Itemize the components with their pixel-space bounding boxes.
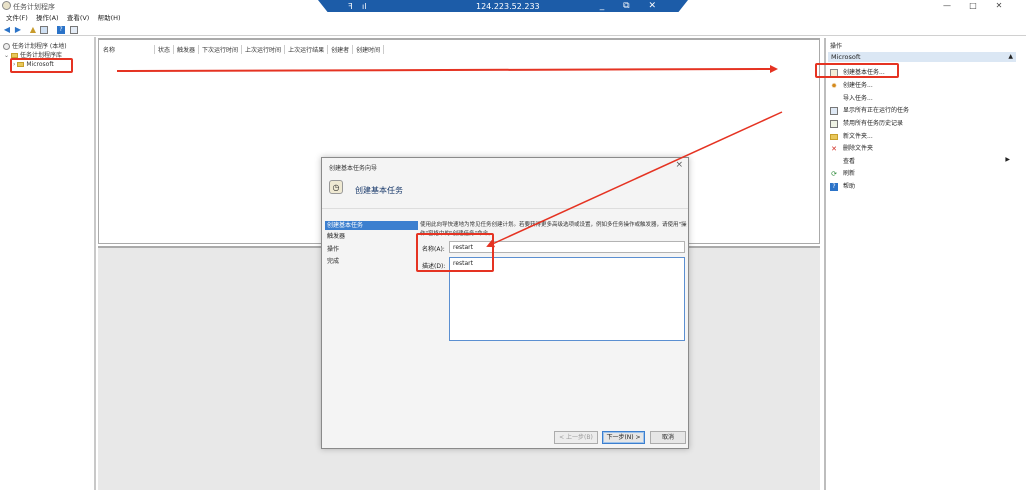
history-icon [830, 119, 838, 128]
minimize-button[interactable]: — [934, 1, 960, 10]
col-next-run[interactable]: 下次运行时间 [202, 45, 243, 54]
col-created[interactable]: 创建时间 [356, 45, 385, 54]
dialog-separator [322, 208, 688, 209]
action-import-task[interactable]: 导入任务... [830, 93, 873, 103]
back-button[interactable]: < 上一步(B) [554, 431, 598, 444]
submenu-arrow-icon: ▶ [1005, 156, 1010, 163]
forward-arrow-icon[interactable]: ▶ [14, 26, 22, 34]
col-name[interactable]: 名称 [103, 45, 155, 54]
signal-icon: ıl [362, 2, 367, 11]
actions-pane: 操作 Microsoft ▲ 创建基本任务... ✹ 创建任务... 导入任务..… [824, 38, 1026, 490]
action-label: 刷新 [843, 170, 856, 177]
action-label: 查看 [843, 158, 856, 165]
back-arrow-icon[interactable]: ◀ [3, 26, 11, 34]
view-icon [830, 158, 838, 166]
menu-action[interactable]: 操作(A) [36, 12, 59, 22]
action-label: 导入任务... [843, 95, 873, 102]
create-basic-task-wizard: 创建基本任务向导 × ◷ 创建基本任务 创建基本任务 触发器 操作 完成 使用此… [321, 157, 689, 449]
next-button[interactable]: 下一步(N) > [602, 431, 645, 444]
import-icon [830, 95, 838, 103]
console-tree: 任务计划程序 (本地) ⌄ 任务计划程序库 › Microsoft [0, 37, 96, 490]
running-icon [830, 106, 838, 115]
menu-bar: 文件(F) 操作(A) 查看(V) 帮助(H) [0, 12, 1026, 23]
menu-help[interactable]: 帮助(H) [98, 12, 121, 22]
action-new-folder[interactable]: 新文件夹... [830, 131, 873, 140]
help-icon[interactable]: ? [57, 26, 65, 34]
collapse-chevron-icon[interactable]: ⌄ [4, 52, 9, 59]
dialog-close-icon[interactable]: × [675, 160, 683, 170]
action-disable-history[interactable]: 禁用所有任务历史记录 [830, 118, 903, 128]
dialog-header: 创建基本任务 [355, 186, 403, 195]
col-last-result[interactable]: 上次运行结果 [288, 45, 329, 54]
console-tree-icon[interactable] [40, 26, 48, 34]
annotation-box-microsoft [10, 58, 73, 73]
step-create-basic-task[interactable]: 创建基本任务 [325, 221, 418, 230]
action-create-task[interactable]: ✹ 创建任务... [830, 80, 873, 90]
action-delete-folder[interactable]: ✕ 删除文件夹 [830, 143, 873, 153]
cancel-button[interactable]: 取消 [650, 431, 686, 444]
action-show-running[interactable]: 显示所有正在运行的任务 [830, 105, 909, 115]
actions-section-label: Microsoft [831, 53, 861, 61]
help-icon: ? [830, 182, 838, 191]
action-label: 新文件夹... [843, 133, 873, 140]
tree-root[interactable]: 任务计划程序 (本地) [3, 41, 67, 50]
dialog-title: 创建基本任务向导 [329, 165, 378, 172]
toolbar: ◀ ▶ ▲ ? [0, 24, 1026, 36]
col-trigger[interactable]: 触发器 [177, 45, 200, 54]
action-refresh[interactable]: ⟳ 刷新 [830, 168, 855, 178]
up-folder-icon[interactable]: ▲ [29, 26, 37, 34]
collapse-triangle-icon[interactable]: ▲ [1008, 52, 1013, 62]
maximize-button[interactable]: □ [960, 1, 986, 10]
window-controls: — □ ✕ [934, 1, 1012, 10]
col-status[interactable]: 状态 [158, 45, 175, 54]
col-last-run[interactable]: 上次运行时间 [245, 45, 286, 54]
annotation-box-create-basic-task [815, 63, 899, 78]
actions-section-header[interactable]: Microsoft ▲ [828, 52, 1016, 62]
task-list-header: 名称 状态 触发器 下次运行时间 上次运行时间 上次运行结果 创建者 创建时间 [103, 45, 387, 54]
action-label: 删除文件夹 [843, 145, 874, 152]
menu-view[interactable]: 查看(V) [67, 12, 90, 22]
delete-icon: ✕ [831, 144, 837, 153]
action-help[interactable]: ? 帮助 [830, 181, 855, 191]
action-pane-icon[interactable] [70, 26, 78, 34]
annotation-box-name-description [416, 233, 494, 272]
task-icon: ✹ [831, 81, 837, 90]
action-label: 创建任务... [843, 82, 873, 89]
refresh-icon: ⟳ [831, 169, 837, 178]
step-action[interactable]: 操作 [325, 245, 418, 254]
task-scheduler-icon [2, 1, 11, 10]
actions-title: 操作 [830, 43, 843, 50]
step-finish[interactable]: 完成 [325, 257, 418, 266]
step-trigger[interactable]: 触发器 [325, 232, 418, 241]
remote-controls[interactable]: _ ⧉ ✕ [600, 1, 664, 11]
action-label: 禁用所有任务历史记录 [843, 120, 904, 127]
folder-icon [830, 133, 838, 140]
window-title: 任务计划程序 [13, 3, 55, 11]
action-label: 显示所有正在运行的任务 [843, 107, 910, 114]
close-button[interactable]: ✕ [986, 1, 1012, 10]
scheduler-icon [3, 43, 10, 50]
action-view[interactable]: 查看 ▶ [830, 156, 1010, 166]
action-label: 帮助 [843, 183, 856, 190]
col-author[interactable]: 创建者 [331, 45, 354, 54]
remote-ip: 124.223.52.233 [476, 2, 540, 11]
wizard-clock-icon: ◷ [329, 180, 343, 194]
tree-root-label: 任务计划程序 (本地) [12, 43, 67, 50]
pin-icon[interactable]: ꟻ [348, 2, 353, 11]
menu-file[interactable]: 文件(F) [6, 12, 28, 22]
